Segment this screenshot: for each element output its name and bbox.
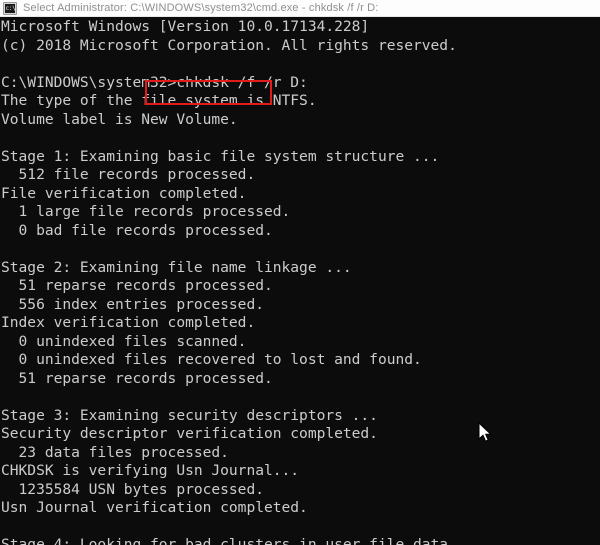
console-line: Security descriptor verification complet… [1,425,378,443]
console-text-buffer: Microsoft Windows [Version 10.0.17134.22… [1,18,600,545]
console-line: The type of the file system is NTFS. [1,92,317,110]
window-title: Select Administrator: C:\WINDOWS\system3… [23,2,379,14]
console-line: File verification completed. [1,184,247,202]
cmd-window: Select Administrator: C:\WINDOWS\system3… [0,0,600,545]
console-line: 0 unindexed files recovered to lost and … [1,351,422,369]
cmd-console-icon [3,1,17,15]
console-line: 0 bad file records processed. [1,221,273,239]
console-line: 1235584 USN bytes processed. [1,480,264,498]
console-line: 556 index entries processed. [1,295,264,313]
console-line: Stage 3: Examining security descriptors … [1,406,378,424]
console-line: Volume label is New Volume. [1,110,238,128]
console-line: 1 large file records processed. [1,203,291,221]
title-bar[interactable]: Select Administrator: C:\WINDOWS\system3… [0,0,600,17]
console-line: Stage 4: Looking for bad clusters in use… [1,536,484,545]
console-line: Stage 1: Examining basic file system str… [1,147,440,165]
console-line: 23 data files processed. [1,443,229,461]
console-line: (c) 2018 Microsoft Corporation. All righ… [1,36,457,54]
console-line: 512 file records processed. [1,166,256,184]
console-line: CHKDSK is verifying Usn Journal... [1,462,300,480]
console-line: C:\WINDOWS\system32>chkdsk /f /r D: [1,73,308,91]
console-line: 51 reparse records processed. [1,369,273,387]
console-line: Stage 2: Examining file name linkage ... [1,258,352,276]
console-line: Microsoft Windows [Version 10.0.17134.22… [1,18,370,35]
console-line: 51 reparse records processed. [1,277,273,295]
console-output-area[interactable]: Microsoft Windows [Version 10.0.17134.22… [0,17,600,545]
console-line: Index verification completed. [1,314,256,332]
console-line: 0 unindexed files scanned. [1,332,247,350]
console-line: Usn Journal verification completed. [1,499,308,517]
